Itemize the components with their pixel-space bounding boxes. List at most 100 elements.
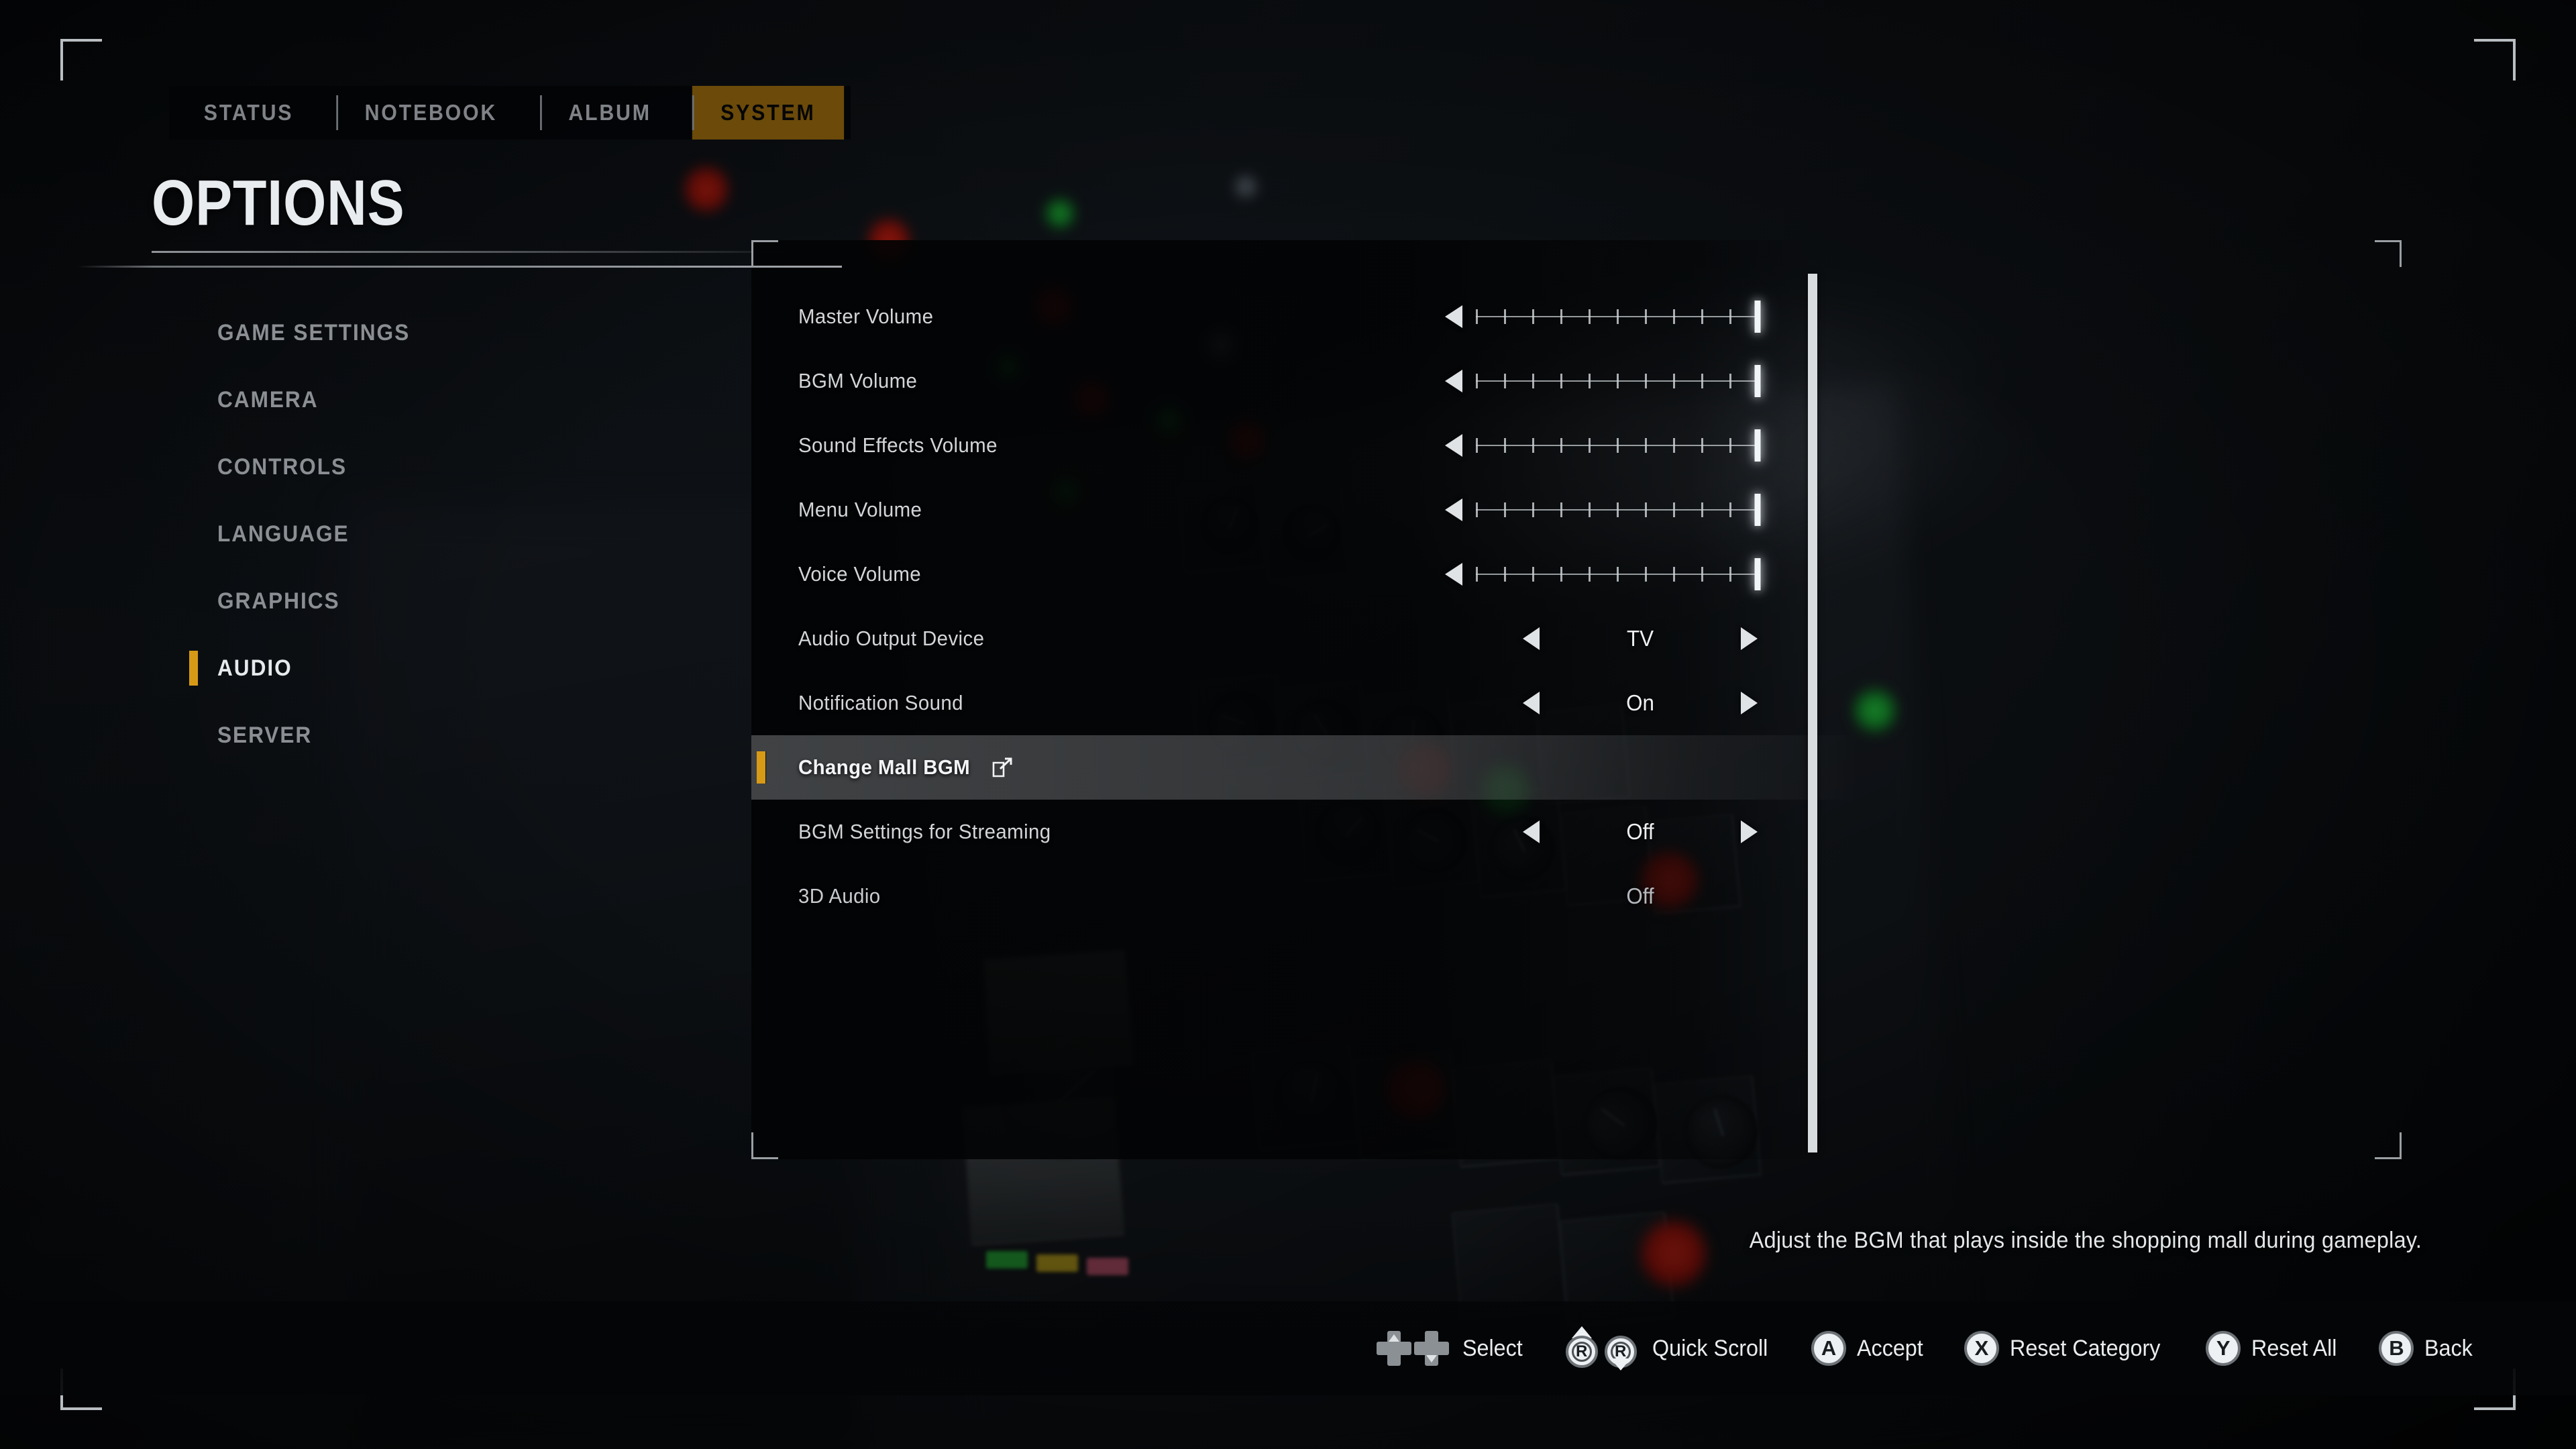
volume-slider[interactable] xyxy=(1445,558,1761,590)
slider-tick xyxy=(1673,502,1675,517)
slider-track[interactable] xyxy=(1476,494,1761,526)
setting-row-audio-output-device[interactable]: Audio Output Device TV xyxy=(798,606,1798,671)
slider-tick xyxy=(1701,502,1703,517)
hint-label: Reset All xyxy=(2251,1335,2337,1361)
sidebar-item-label: CONTROLS xyxy=(217,453,347,480)
dpad-up-icon xyxy=(1377,1331,1412,1366)
setting-control[interactable] xyxy=(1445,542,1761,606)
slider-tick xyxy=(1532,309,1534,324)
setting-row-voice-volume[interactable]: Voice Volume xyxy=(798,542,1798,606)
slider-tick xyxy=(1476,567,1478,582)
option-stepper[interactable]: TV xyxy=(1523,626,1758,651)
page-title-underline xyxy=(152,251,822,253)
previous-option-arrow-icon[interactable] xyxy=(1523,820,1540,843)
slider-tick xyxy=(1729,502,1731,517)
previous-option-arrow-icon[interactable] xyxy=(1523,627,1540,650)
settings-scrollbar[interactable] xyxy=(1808,274,1817,1152)
background-indicator-lamp xyxy=(683,161,730,217)
volume-slider[interactable] xyxy=(1445,365,1761,397)
decrease-arrow-icon[interactable] xyxy=(1445,370,1462,392)
sidebar-item-camera[interactable]: CAMERA xyxy=(169,366,504,433)
setting-control[interactable] xyxy=(1445,413,1761,478)
tab-notebook[interactable]: NOTEBOOK xyxy=(336,86,525,140)
slider-handle[interactable] xyxy=(1754,301,1761,333)
slider-handle[interactable] xyxy=(1754,558,1761,590)
tab-album[interactable]: ALBUM xyxy=(539,86,680,140)
next-option-arrow-icon[interactable] xyxy=(1741,692,1758,714)
setting-control[interactable]: Off xyxy=(1523,800,1758,864)
button-x-icon: X xyxy=(1964,1331,1999,1366)
setting-row-master-volume[interactable]: Master Volume xyxy=(798,284,1798,349)
volume-slider[interactable] xyxy=(1445,301,1761,333)
slider-handle[interactable] xyxy=(1754,429,1761,462)
sidebar-item-label: LANGUAGE xyxy=(217,521,350,547)
slider-tick xyxy=(1645,309,1647,324)
slider-track[interactable] xyxy=(1476,365,1761,397)
decrease-arrow-icon[interactable] xyxy=(1445,305,1462,328)
background-led-green xyxy=(986,1251,1028,1269)
sidebar-item-language[interactable]: LANGUAGE xyxy=(169,500,504,568)
setting-control[interactable] xyxy=(1445,478,1761,542)
previous-option-arrow-icon[interactable] xyxy=(1523,692,1540,714)
setting-description: Adjust the BGM that plays inside the sho… xyxy=(1749,1228,2422,1253)
next-option-arrow-icon[interactable] xyxy=(1741,627,1758,650)
volume-slider[interactable] xyxy=(1445,429,1761,462)
button-y-icon: Y xyxy=(2206,1331,2241,1366)
slider-tick xyxy=(1701,567,1703,582)
slider-track[interactable] xyxy=(1476,558,1761,590)
slider-tick xyxy=(1476,438,1478,453)
slider-handle[interactable] xyxy=(1754,494,1761,526)
setting-row-sound-effects-volume[interactable]: Sound Effects Volume xyxy=(798,413,1798,478)
option-stepper[interactable]: Off xyxy=(1523,819,1758,845)
setting-row-bgm-volume[interactable]: BGM Volume xyxy=(798,349,1798,413)
slider-track[interactable] xyxy=(1476,429,1761,462)
setting-row-menu-volume[interactable]: Menu Volume xyxy=(798,478,1798,542)
setting-row-notification-sound[interactable]: Notification Sound On xyxy=(798,671,1798,735)
hint-back: B Back xyxy=(2379,1331,2475,1366)
setting-row-change-mall-bgm[interactable]: Change Mall BGM xyxy=(751,735,1858,800)
sidebar-item-server[interactable]: SERVER xyxy=(169,702,504,769)
slider-tick xyxy=(1532,438,1534,453)
button-b-icon: B xyxy=(2379,1331,2414,1366)
sidebar-item-controls[interactable]: CONTROLS xyxy=(169,433,504,500)
setting-label: Notification Sound xyxy=(798,691,963,714)
slider-tick xyxy=(1560,502,1562,517)
setting-control[interactable] xyxy=(1445,349,1761,413)
scrollbar-thumb[interactable] xyxy=(1808,274,1817,1152)
tab-label: ALBUM xyxy=(568,100,651,125)
slider-tick xyxy=(1701,374,1703,388)
setting-control[interactable]: On xyxy=(1523,671,1758,735)
slider-tick xyxy=(1617,438,1619,453)
slider-tick xyxy=(1617,309,1619,324)
slider-tick xyxy=(1729,438,1731,453)
slider-handle[interactable] xyxy=(1754,365,1761,397)
option-stepper[interactable]: On xyxy=(1523,690,1758,716)
setting-label: Sound Effects Volume xyxy=(798,433,998,457)
setting-control[interactable] xyxy=(1445,284,1761,349)
background-indicator-lamp xyxy=(1044,195,1076,232)
decrease-arrow-icon[interactable] xyxy=(1445,498,1462,521)
slider-tick xyxy=(1729,374,1731,388)
sidebar-item-audio[interactable]: AUDIO xyxy=(67,635,805,702)
decrease-arrow-icon[interactable] xyxy=(1445,434,1462,457)
setting-value: TV xyxy=(1626,626,1654,651)
setting-label: Change Mall BGM xyxy=(798,755,971,779)
slider-track[interactable] xyxy=(1476,301,1761,333)
slider-tick xyxy=(1617,567,1619,582)
slider-tick xyxy=(1589,567,1591,582)
tab-system[interactable]: SYSTEM xyxy=(692,86,844,140)
decrease-arrow-icon[interactable] xyxy=(1445,563,1462,586)
panel-corner-top-right xyxy=(2375,240,2402,267)
setting-row-bgm-settings-for-streaming[interactable]: BGM Settings for Streaming Off xyxy=(798,800,1798,864)
tab-label: STATUS xyxy=(203,100,294,125)
volume-slider[interactable] xyxy=(1445,494,1761,526)
sidebar-item-label: CAMERA xyxy=(217,386,319,413)
sidebar-item-game-settings[interactable]: GAME SETTINGS xyxy=(169,299,504,366)
sidebar-item-graphics[interactable]: GRAPHICS xyxy=(169,568,504,635)
tab-status[interactable]: STATUS xyxy=(175,86,321,140)
slider-tick xyxy=(1504,502,1506,517)
next-option-arrow-icon[interactable] xyxy=(1741,820,1758,843)
setting-value: Off xyxy=(1626,883,1654,908)
setting-control[interactable]: TV xyxy=(1523,606,1758,671)
external-link-icon xyxy=(991,757,1013,778)
